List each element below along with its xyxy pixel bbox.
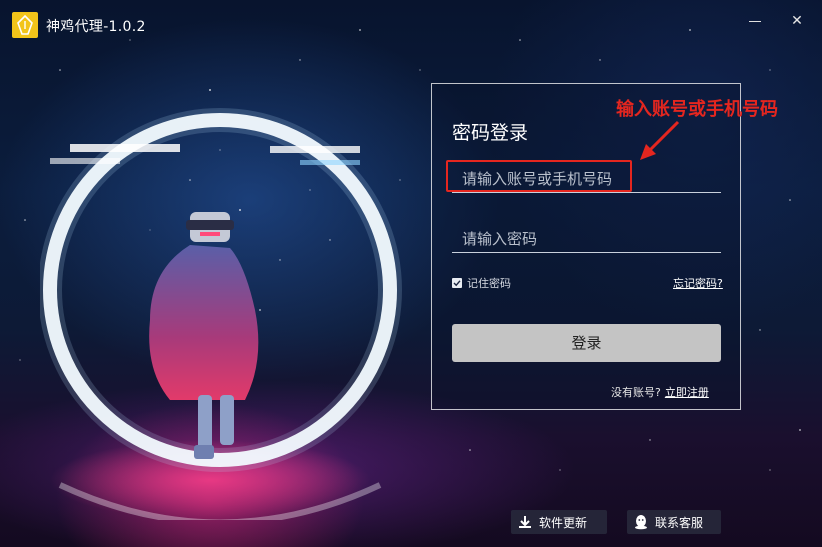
account-highlight-box (446, 160, 632, 192)
close-icon: ✕ (791, 13, 803, 29)
qq-icon (635, 515, 647, 530)
window-title: 神鸡代理-1.0.2 (46, 19, 146, 35)
contact-service-button[interactable]: 联系客服 (627, 510, 721, 534)
no-account-text: 没有账号? (611, 386, 661, 399)
software-update-label: 软件更新 (539, 515, 588, 530)
download-icon (519, 516, 531, 528)
check-icon (453, 280, 461, 287)
login-panel: 密码登录 记住密码 忘记密码? 登录 没有账号? 立即注册 (431, 83, 741, 410)
login-heading: 密码登录 (452, 122, 529, 144)
login-button[interactable]: 登录 (452, 324, 721, 362)
remember-label: 记住密码 (467, 277, 511, 290)
software-update-button[interactable]: 软件更新 (511, 510, 607, 534)
password-field[interactable] (452, 222, 721, 253)
close-button[interactable]: ✕ (786, 10, 808, 32)
register-row: 没有账号? 立即注册 (611, 384, 709, 400)
hero-illustration (40, 108, 402, 520)
login-window: 神鸡代理-1.0.2 ✕ 密码登录 记住密码 忘记密码? 登录 (0, 0, 822, 547)
register-link[interactable]: 立即注册 (665, 386, 709, 399)
minimize-icon (749, 21, 761, 22)
contact-service-label: 联系客服 (655, 515, 704, 530)
annotation-arrow-icon (640, 120, 680, 160)
title-bar[interactable]: 神鸡代理-1.0.2 ✕ (0, 0, 822, 48)
app-logo (12, 12, 38, 38)
minimize-button[interactable] (744, 10, 766, 32)
forgot-password-link[interactable]: 忘记密码? (673, 275, 723, 291)
password-input[interactable] (460, 226, 714, 252)
remember-checkbox[interactable] (452, 278, 462, 288)
remember-password[interactable]: 记住密码 (452, 275, 511, 291)
